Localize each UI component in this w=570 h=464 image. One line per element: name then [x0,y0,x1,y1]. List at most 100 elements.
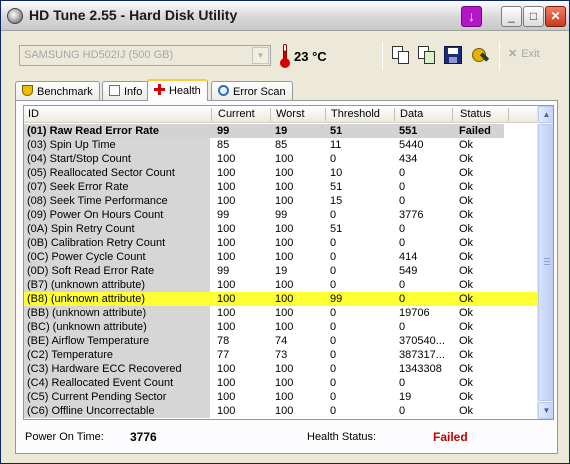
tab-error-scan[interactable]: Error Scan [211,81,293,100]
health-status-label: Health Status: [307,431,377,443]
info-icon [109,85,120,96]
scroll-up-arrow-icon[interactable]: ▲ [538,106,553,123]
current-value: 99 [217,265,230,277]
drive-select[interactable]: SAMSUNG HD502IJ (500 GB) ▼ [19,45,271,66]
table-row[interactable]: (B8) (unknown attribute) 100 100 99 0 Ok [24,292,537,306]
column-divider[interactable] [394,108,395,121]
table-row[interactable]: (BE) Airflow Temperature 78 74 0 370540... Ok [24,334,537,348]
table-row[interactable]: (C4) Reallocated Event Count 100 100 0 0 Ok [24,376,537,390]
table-row[interactable]: (C3) Hardware ECC Recovered 100 100 0 134330… [24,362,537,376]
table-row[interactable]: (09) Power On Hours Count 99 99 0 3776 Ok [24,208,537,222]
threshold-value: 10 [330,167,343,179]
status-value: Failed [459,124,504,138]
attribute-id: (0C) Power Cycle Count [24,250,210,264]
tab-info[interactable]: Info [102,81,150,100]
minimize-button[interactable]: _ [501,6,522,27]
column-header-current[interactable]: Current [218,108,255,120]
status-value: Ok [459,391,474,403]
raw-data-value: 370540... [399,335,445,347]
column-header-status[interactable]: Status [460,108,491,120]
table-row[interactable]: (BC) (unknown attribute) 100 100 0 0 Ok [24,320,537,334]
table-row[interactable]: (C5) Current Pending Sector 100 100 0 19 Ok [24,390,537,404]
threshold-value: 0 [330,391,337,403]
threshold-value: 0 [330,265,337,277]
threshold-value: 51 [330,223,343,235]
status-value: Ok [459,153,474,165]
tab-health[interactable]: Health [147,79,208,101]
chevron-down-icon[interactable]: ▼ [252,47,269,64]
table-row[interactable]: (0C) Power Cycle Count 100 100 0 414 Ok [24,250,537,264]
raw-data-value: 0 [399,405,406,417]
column-divider[interactable] [452,108,453,121]
current-value: 100 [217,321,236,333]
worst-value: 100 [275,321,294,333]
attribute-id: (0A) Spin Retry Count [24,222,210,236]
status-value: Ok [459,223,474,235]
column-header-data[interactable]: Data [400,108,423,120]
table-row[interactable]: (0B) Calibration Retry Count 100 100 0 0 Ok [24,236,537,250]
table-row[interactable]: (07) Seek Error Rate 100 100 51 0 Ok [24,180,537,194]
health-status-value: Failed [433,430,468,444]
thermometer-icon [280,44,290,68]
table-row[interactable]: (01) Raw Read Error Rate 99 19 51 551 Failed [24,124,537,138]
threshold-value: 0 [330,209,337,221]
status-value: Ok [459,377,474,389]
table-row[interactable]: (08) Seek Time Performance 100 100 15 0 Ok [24,194,537,208]
threshold-value: 0 [330,251,337,263]
threshold-value: 15 [330,195,343,207]
table-row[interactable]: (0A) Spin Retry Count 100 100 51 0 Ok [24,222,537,236]
close-icon: ✕ [508,48,518,60]
raw-data-value: 414 [399,251,418,263]
worst-value: 100 [275,391,294,403]
toolbar-divider [382,42,383,70]
attribute-id: (C3) Hardware ECC Recovered [24,362,210,376]
column-header-id[interactable]: ID [28,108,39,120]
copy-all-icon[interactable] [418,46,436,64]
column-divider[interactable] [325,108,326,121]
worst-value: 85 [275,139,288,151]
power-on-label: Power On Time: [25,431,104,443]
table-row[interactable]: (03) Spin Up Time 85 85 11 5440 Ok [24,138,537,152]
status-value: Ok [459,209,474,221]
table-row[interactable]: (C2) Temperature 77 73 0 387317... Ok [24,348,537,362]
attribute-id: (09) Power On Hours Count [24,208,210,222]
tab-benchmark[interactable]: Benchmark [15,81,100,100]
column-header-threshold[interactable]: Threshold [331,108,380,120]
status-value: Ok [459,139,474,151]
column-divider[interactable] [211,108,212,121]
threshold-value: 0 [330,321,337,333]
exit-button[interactable]: ✕ Exit [508,47,540,60]
table-header: ID Current Worst Threshold Data Status [24,106,537,123]
current-value: 100 [217,181,236,193]
scrollbar-thumb[interactable] [538,124,553,401]
column-divider[interactable] [270,108,271,121]
vertical-scrollbar[interactable]: ▲ ▼ [537,106,553,419]
title-bar[interactable]: HD Tune 2.55 - Hard Disk Utility ↓ _ □ ✕ [1,1,569,31]
copy-icon[interactable] [392,46,410,64]
current-value: 85 [217,139,230,151]
raw-data-value: 0 [399,377,406,389]
tab-label: Info [124,86,143,98]
download-arrow-button[interactable]: ↓ [461,6,482,27]
options-icon[interactable] [471,46,490,64]
table-row[interactable]: (C6) Offline Uncorrectable 100 100 0 0 Ok [24,404,537,418]
table-row[interactable]: (0D) Soft Read Error Rate 99 19 0 549 Ok [24,264,537,278]
threshold-value: 99 [330,293,343,305]
scroll-down-arrow-icon[interactable]: ▼ [538,402,553,419]
maximize-button[interactable]: □ [523,6,544,27]
current-value: 100 [217,167,236,179]
table-row[interactable]: (B7) (unknown attribute) 100 100 0 0 Ok [24,278,537,292]
table-row[interactable]: (05) Reallocated Sector Count 100 100 10 0 Ok [24,166,537,180]
worst-value: 100 [275,153,294,165]
threshold-value: 0 [330,405,337,417]
column-header-worst[interactable]: Worst [276,108,305,120]
table-row[interactable]: (04) Start/Stop Count 100 100 0 434 Ok [24,152,537,166]
close-button[interactable]: ✕ [545,6,566,27]
current-value: 99 [217,209,230,221]
attribute-id: (BC) (unknown attribute) [24,320,210,334]
save-icon[interactable] [444,46,462,64]
column-divider[interactable] [508,108,509,121]
table-row[interactable]: (BB) (unknown attribute) 100 100 0 19706 Ok [24,306,537,320]
worst-value: 100 [275,307,294,319]
threshold-value: 51 [330,124,396,138]
